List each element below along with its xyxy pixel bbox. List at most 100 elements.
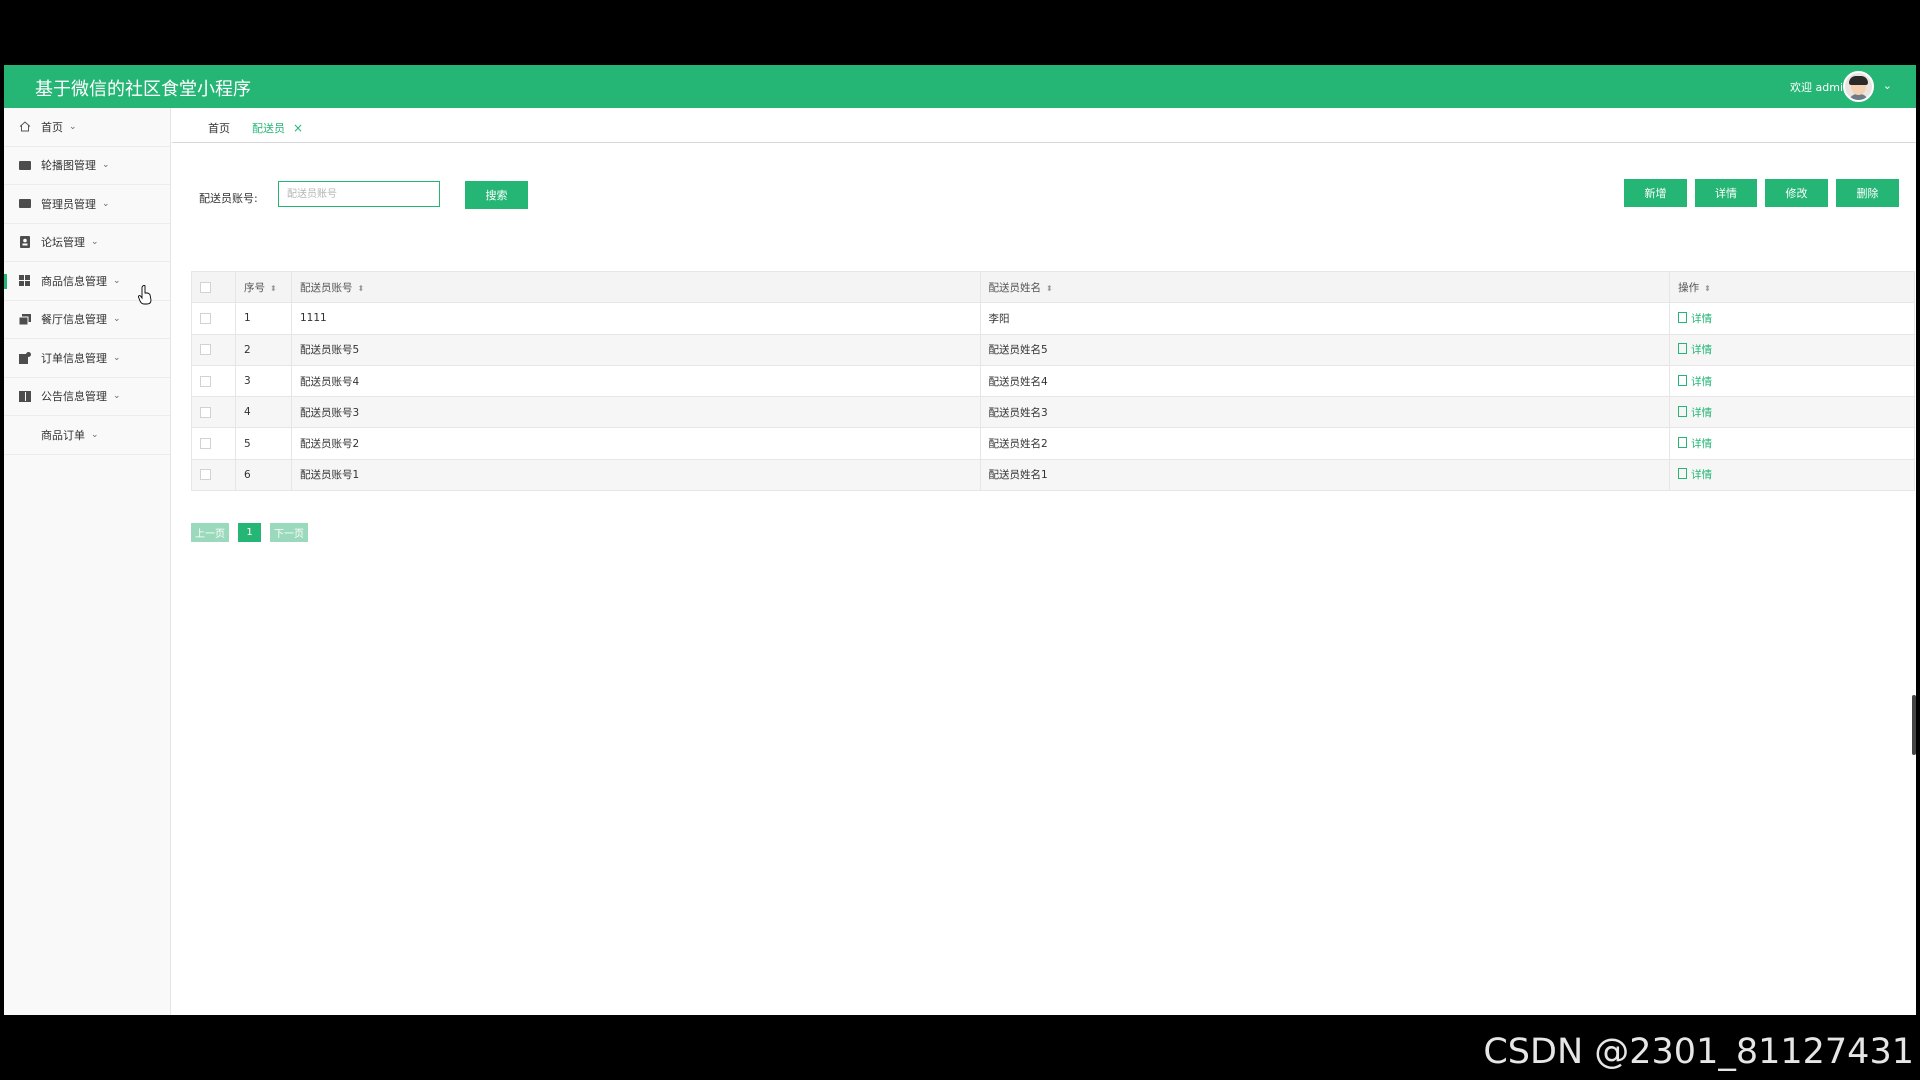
sidebar-item-carousel[interactable]: 轮播图管理 ⌄ — [4, 147, 170, 185]
column-label: 配送员姓名 — [988, 281, 1042, 294]
row-operation: 详情 — [1669, 458, 1915, 492]
chevron-down-icon: ⌄ — [113, 275, 121, 286]
sort-icon[interactable]: ⬍ — [270, 284, 277, 293]
page-1-button[interactable]: 1 — [238, 523, 261, 542]
sidebar: 首页 ⌄ 轮播图管理 ⌄ 管理员管理 ⌄ 论坛管理 ⌄ 商品信息管理 ⌄ 餐厅信… — [4, 108, 171, 1015]
table-row[interactable]: 6 配送员账号1 配送员姓名1 详情 — [191, 458, 1915, 492]
sort-icon[interactable]: ⬍ — [1046, 284, 1053, 293]
row-account: 1111 — [290, 302, 981, 335]
row-select-cell — [191, 364, 236, 398]
sort-icon[interactable]: ⬍ — [1704, 284, 1711, 293]
top-header: 基于微信的社区食堂小程序 欢迎 admin ⌄ — [4, 65, 1916, 108]
row-checkbox[interactable] — [200, 469, 211, 481]
document-icon — [1678, 343, 1688, 355]
row-operation: 详情 — [1669, 364, 1915, 398]
prev-page-button[interactable]: 上一页 — [191, 523, 229, 542]
sidebar-item-admin[interactable]: 管理员管理 ⌄ — [4, 185, 170, 224]
row-no: 1 — [234, 302, 292, 335]
sidebar-item-product-order[interactable]: 商品订单 ⌄ — [4, 416, 170, 455]
avatar[interactable] — [1843, 71, 1874, 102]
table-row[interactable]: 2 配送员账号5 配送员姓名5 详情 — [191, 333, 1915, 366]
table-row[interactable]: 1 1111 李阳 详情 — [191, 302, 1915, 335]
row-detail-link[interactable]: 详情 — [1678, 437, 1712, 450]
sidebar-item-forum[interactable]: 论坛管理 ⌄ — [4, 224, 170, 262]
add-button[interactable]: 新增 — [1624, 179, 1687, 207]
edit-button[interactable]: 修改 — [1765, 179, 1828, 207]
sidebar-item-label: 管理员管理 — [41, 197, 96, 211]
admin-icon — [18, 198, 31, 209]
column-label: 序号 — [243, 281, 265, 294]
search-button[interactable]: 搜索 — [465, 181, 528, 209]
column-header-name[interactable]: 配送员姓名 ⬍ — [979, 270, 1671, 304]
tab-label: 配送员 — [252, 122, 285, 135]
document-icon — [1678, 311, 1688, 323]
table-row[interactable]: 3 配送员账号4 配送员姓名4 详情 — [191, 364, 1915, 398]
user-menu-chevron-icon[interactable]: ⌄ — [1883, 79, 1892, 92]
restaurant-icon — [18, 313, 31, 325]
chevron-down-icon: ⌄ — [91, 237, 99, 248]
sidebar-item-label: 商品订单 — [41, 428, 85, 442]
row-name: 配送员姓名1 — [979, 458, 1671, 492]
app-window: 基于微信的社区食堂小程序 欢迎 admin ⌄ 首页 ⌄ 轮播图管理 ⌄ 管理员… — [4, 65, 1916, 1015]
chevron-down-icon: ⌄ — [113, 391, 121, 402]
home-icon — [18, 121, 31, 132]
sidebar-item-notice[interactable]: 公告信息管理 ⌄ — [4, 378, 170, 416]
search-label: 配送员账号: — [199, 192, 258, 205]
row-operation: 详情 — [1669, 396, 1915, 429]
row-account: 配送员账号3 — [290, 396, 981, 429]
delete-button[interactable]: 删除 — [1836, 179, 1899, 207]
select-all-checkbox[interactable] — [200, 281, 211, 293]
row-detail-link[interactable]: 详情 — [1678, 468, 1713, 482]
tab-home[interactable]: 首页 — [208, 120, 230, 136]
scrollbar[interactable] — [1912, 695, 1916, 755]
blank-icon — [18, 429, 31, 440]
next-page-button[interactable]: 下一页 — [270, 523, 308, 542]
detail-link-label: 详情 — [1691, 469, 1713, 482]
row-checkbox[interactable] — [200, 406, 211, 418]
table-row[interactable]: 5 配送员账号2 配送员姓名2 详情 — [191, 427, 1915, 460]
tab-courier[interactable]: 配送员 × — [252, 120, 303, 136]
sidebar-item-label: 餐厅信息管理 — [41, 313, 107, 327]
screen: 基于微信的社区食堂小程序 欢迎 admin ⌄ 首页 ⌄ 轮播图管理 ⌄ 管理员… — [0, 0, 1920, 1080]
close-icon[interactable]: × — [293, 121, 303, 135]
row-account: 配送员账号2 — [290, 427, 981, 460]
column-header-no[interactable]: 序号 ⬍ — [234, 270, 292, 304]
table-row[interactable]: 4 配送员账号3 配送员姓名3 详情 — [191, 396, 1915, 429]
column-header-account[interactable]: 配送员账号 ⬍ — [290, 270, 981, 304]
sidebar-item-label: 轮播图管理 — [41, 159, 96, 173]
row-no: 6 — [234, 458, 292, 492]
notice-icon — [18, 390, 31, 402]
row-checkbox[interactable] — [200, 375, 211, 387]
sidebar-item-label: 首页 — [41, 120, 63, 134]
row-account: 配送员账号5 — [290, 333, 981, 366]
forum-icon — [18, 236, 31, 249]
row-operation: 详情 — [1669, 302, 1915, 335]
column-label: 操作 — [1678, 281, 1700, 294]
row-detail-link[interactable]: 详情 — [1678, 374, 1713, 388]
row-operation: 详情 — [1669, 333, 1915, 366]
row-operation: 详情 — [1669, 427, 1915, 460]
select-all-cell — [191, 270, 236, 304]
order-icon — [18, 351, 31, 364]
document-icon — [1678, 437, 1688, 449]
search-input[interactable] — [278, 181, 440, 207]
row-checkbox[interactable] — [200, 344, 211, 356]
chevron-down-icon: ⌄ — [102, 198, 110, 209]
document-icon — [1678, 374, 1688, 386]
row-detail-link[interactable]: 详情 — [1678, 343, 1712, 356]
sort-icon[interactable]: ⬍ — [357, 284, 364, 293]
chevron-down-icon: ⌄ — [91, 429, 99, 440]
row-detail-link[interactable]: 详情 — [1678, 405, 1713, 419]
sidebar-item-label: 商品信息管理 — [41, 274, 107, 288]
watermark: CSDN @2301_81127431 — [1483, 1032, 1914, 1072]
row-checkbox[interactable] — [200, 312, 211, 324]
row-detail-link[interactable]: 详情 — [1678, 311, 1712, 325]
sidebar-item-home[interactable]: 首页 ⌄ — [4, 108, 170, 147]
row-checkbox[interactable] — [200, 438, 211, 450]
detail-link-label: 详情 — [1691, 406, 1713, 419]
sidebar-item-restaurant[interactable]: 餐厅信息管理 ⌄ — [4, 301, 170, 339]
detail-button[interactable]: 详情 — [1695, 179, 1757, 207]
detail-link-label: 详情 — [1691, 375, 1713, 388]
app-title: 基于微信的社区食堂小程序 — [35, 79, 251, 100]
sidebar-item-order-info[interactable]: 订单信息管理 ⌄ — [4, 339, 170, 378]
